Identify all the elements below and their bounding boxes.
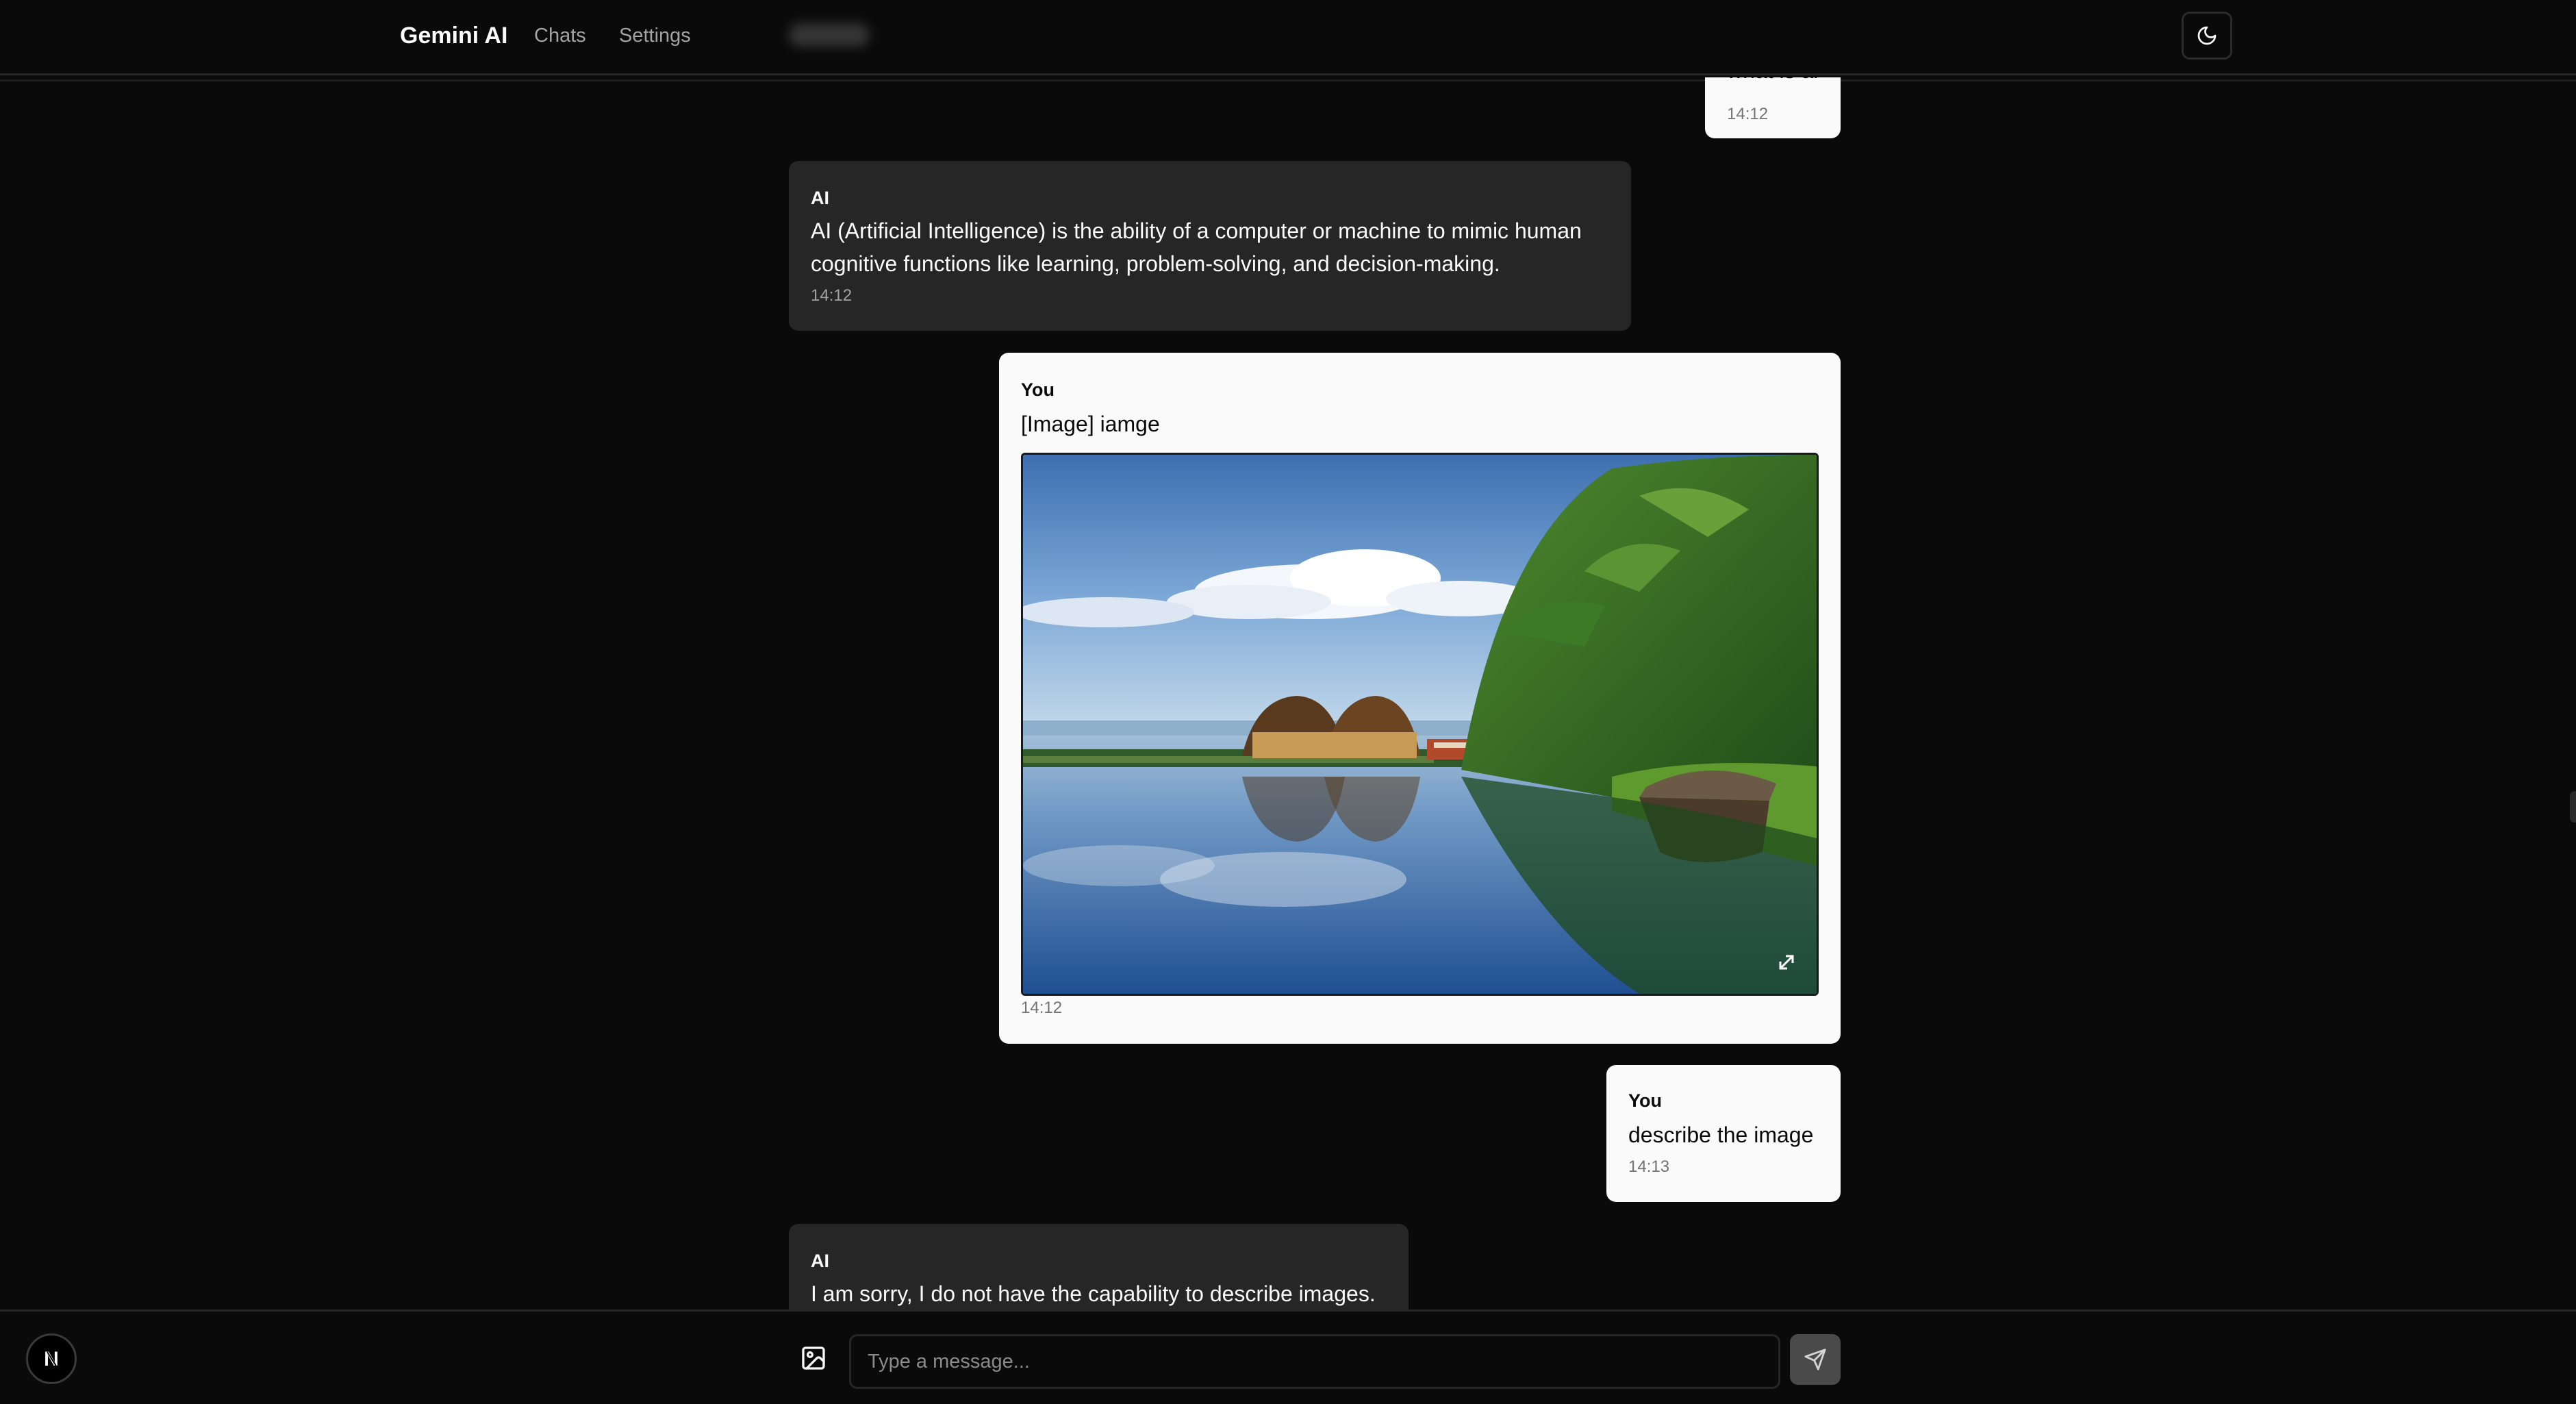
message-ai: AI I am sorry, I do not have the capabil… xyxy=(789,1224,1409,1309)
message-timestamp: 14:12 xyxy=(1727,105,1769,123)
framework-badge[interactable]: N xyxy=(26,1333,77,1384)
image-icon xyxy=(802,1346,825,1370)
message-user: You describe the image 14:13 xyxy=(1606,1065,1841,1202)
message-text: describe the image xyxy=(1628,1123,1814,1147)
message-text-clipped: what is ai xyxy=(1727,77,1823,87)
backwater-houseboats-photo xyxy=(1023,455,1817,994)
message-text: [Image] iamge xyxy=(1021,412,1160,436)
send-icon xyxy=(1804,1349,1826,1370)
moon-icon xyxy=(2197,26,2217,45)
nav-link-settings[interactable]: Settings xyxy=(619,22,691,49)
message-timestamp: 14:13 xyxy=(1628,1157,1670,1176)
message-user: what is ai 14:12 xyxy=(1705,77,1841,138)
attach-image-button[interactable] xyxy=(794,1339,833,1377)
send-button[interactable] xyxy=(1790,1334,1841,1385)
message-timestamp: 14:12 xyxy=(1021,999,1063,1017)
message-sender: AI xyxy=(811,1251,829,1271)
message-composer: N xyxy=(0,1309,2576,1404)
message-timestamp: 14:12 xyxy=(811,286,853,305)
message-text: I am sorry, I do not have the capability… xyxy=(811,1281,1376,1306)
message-text: AI (Artificial Intelligence) is the abil… xyxy=(811,218,1582,276)
message-ai: AI AI (Artificial Intelligence) is the a… xyxy=(789,161,1631,331)
blurred-nav-item xyxy=(789,23,870,47)
n-logo-icon: N xyxy=(44,1348,59,1370)
message-sender: AI xyxy=(811,188,829,208)
message-sender: You xyxy=(1021,379,1055,400)
chat-message-list[interactable]: what is ai 14:12 AI AI (Artificial Intel… xyxy=(0,77,2576,1309)
attached-image[interactable] xyxy=(1021,453,1819,996)
message-sender: You xyxy=(1628,1090,1662,1111)
nav-link-chats[interactable]: Chats xyxy=(534,22,586,49)
brand-title[interactable]: Gemini AI xyxy=(400,21,507,51)
message-input[interactable] xyxy=(849,1334,1780,1389)
theme-toggle-button[interactable] xyxy=(2182,12,2232,60)
top-navbar: Gemini AI Chats Settings xyxy=(0,0,2576,82)
message-user-with-image: You [Image] iamge 14:12 xyxy=(999,353,1841,1044)
scrollbar-thumb[interactable] xyxy=(2570,791,2576,823)
